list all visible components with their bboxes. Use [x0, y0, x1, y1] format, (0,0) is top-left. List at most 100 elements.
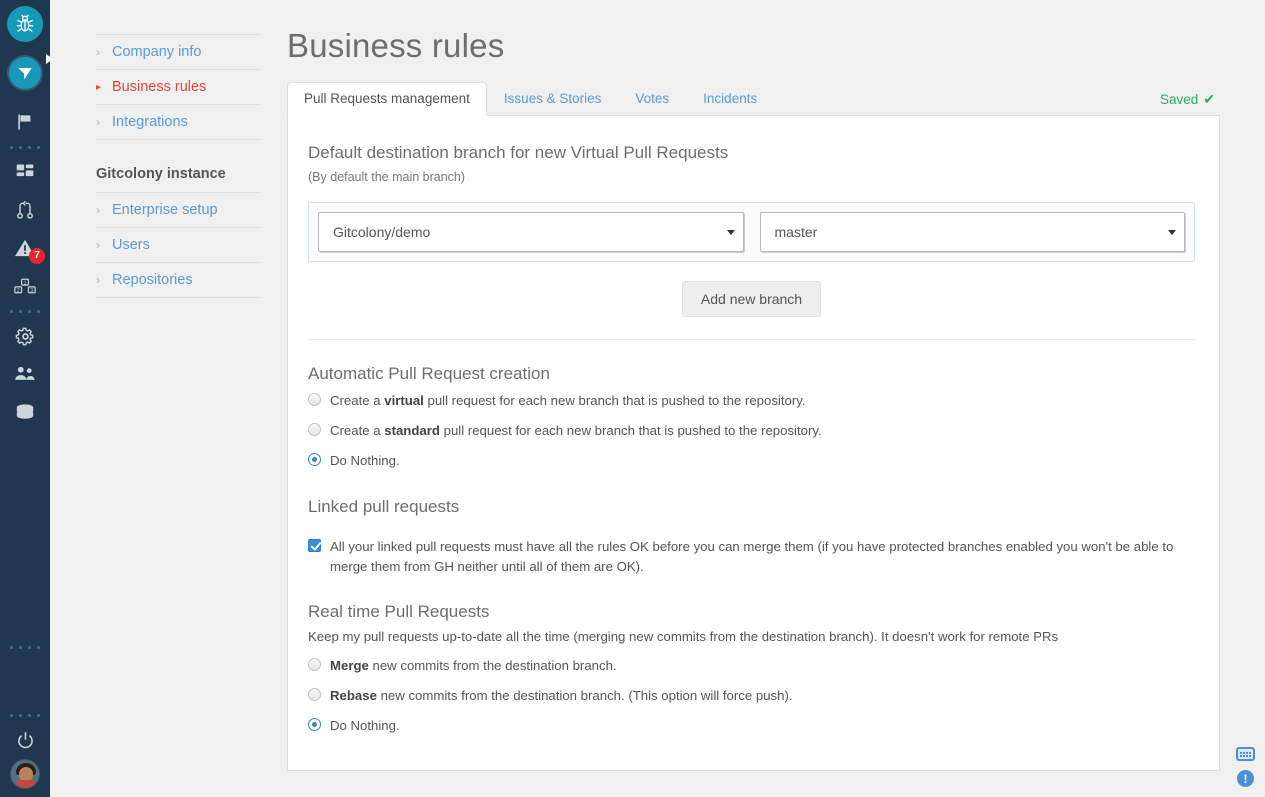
branch-select-value: master: [774, 224, 818, 240]
rail-divider-2: [10, 305, 40, 317]
rail-divider-3: [10, 641, 40, 653]
chevron-right-icon: ›: [96, 273, 100, 287]
section-automatic-pr-creation: Automatic Pull Request creation Create a…: [308, 364, 1195, 471]
chevron-down-icon: [726, 230, 735, 235]
option-label: Create a virtual pull request for each n…: [330, 393, 806, 408]
sidebar-item-label: Users: [112, 237, 150, 253]
settings-card: Default destination branch for new Virtu…: [287, 116, 1220, 772]
option-label: Create a standard pull request for each …: [330, 423, 822, 439]
svg-text:3: 3: [30, 288, 33, 294]
sidebar-item-users[interactable]: › Users: [96, 228, 261, 263]
left-rail: 7 1 2 3: [0, 0, 53, 797]
add-new-branch-button[interactable]: Add new branch: [681, 281, 822, 317]
rail-item-pull-requests[interactable]: [0, 191, 50, 229]
svg-text:2: 2: [17, 288, 20, 294]
rail-item-alerts[interactable]: 7: [0, 229, 50, 267]
section-subtext: (By default the main branch): [308, 170, 466, 184]
paper-plane-icon[interactable]: [7, 54, 53, 91]
power-icon[interactable]: [0, 721, 50, 759]
option-label: Merge new commits from the destination b…: [330, 657, 617, 673]
radio-create-standard-pr[interactable]: [308, 423, 321, 437]
section-divider: [308, 339, 1195, 340]
tab-issues-stories[interactable]: Issues & Stories: [487, 82, 619, 116]
tab-votes[interactable]: Votes: [618, 82, 686, 116]
tab-incidents[interactable]: Incidents: [686, 82, 774, 116]
rail-item-blocks[interactable]: 1 2 3: [0, 267, 50, 305]
rail-item-settings[interactable]: [0, 317, 50, 355]
settings-sidebar: › Company info ▸ Business rules › Integr…: [50, 0, 287, 797]
radio-rebase-commits[interactable]: [308, 687, 321, 701]
rail-item-database[interactable]: [0, 393, 50, 431]
radio-create-virtual-pr[interactable]: [308, 393, 321, 406]
repository-select[interactable]: Gitcolony/demo: [318, 212, 744, 252]
radio-merge-commits[interactable]: [308, 657, 321, 671]
saved-status: Saved ✔: [1160, 91, 1215, 108]
option-label: Rebase new commits from the destination …: [330, 687, 793, 703]
rail-item-users[interactable]: [0, 355, 50, 393]
section-real-time-pull-requests: Real time Pull Requests Keep my pull req…: [308, 602, 1195, 736]
tab-pull-requests-management[interactable]: Pull Requests management: [287, 82, 487, 116]
repository-select-value: Gitcolony/demo: [333, 224, 431, 240]
add-branch-row: Add new branch: [308, 281, 1195, 317]
check-icon: ✔: [1203, 91, 1215, 107]
option-merge-commits[interactable]: Merge new commits from the destination b…: [308, 656, 1195, 676]
bug-icon[interactable]: [7, 6, 43, 42]
option-create-virtual-pr[interactable]: Create a virtual pull request for each n…: [308, 391, 1195, 411]
sidebar-item-label: Integrations: [112, 114, 188, 130]
option-rebase-commits[interactable]: Rebase new commits from the destination …: [308, 686, 1195, 706]
option-label: All your linked pull requests must have …: [330, 539, 1174, 574]
section-linked-pull-requests: Linked pull requests All your linked pul…: [308, 497, 1195, 575]
sidebar-group-company: › Company info ▸ Business rules › Integr…: [96, 34, 261, 140]
option-realtime-do-nothing[interactable]: Do Nothing.: [308, 716, 1195, 736]
corner-widgets: !: [1236, 747, 1255, 787]
radio-auto-do-nothing[interactable]: [308, 453, 321, 467]
section-default-destination-branch: Default destination branch for new Virtu…: [308, 143, 1195, 317]
branch-selectors: Gitcolony/demo master: [308, 202, 1195, 262]
option-label: Do Nothing.: [330, 717, 400, 733]
sidebar-item-enterprise-setup[interactable]: › Enterprise setup: [96, 192, 261, 228]
sidebar-item-company-info[interactable]: › Company info: [96, 34, 261, 70]
option-auto-do-nothing[interactable]: Do Nothing.: [308, 451, 1195, 471]
rail-item-flag[interactable]: [0, 103, 50, 141]
branch-select[interactable]: master: [759, 212, 1185, 252]
info-circle-icon[interactable]: !: [1237, 770, 1254, 787]
section-heading: Real time Pull Requests: [308, 601, 490, 621]
rail-divider-4: [10, 709, 40, 721]
caret-right-icon: ▸: [96, 81, 102, 93]
page-title: Business rules: [287, 27, 505, 64]
sidebar-item-label: Repositories: [112, 272, 193, 288]
keyboard-icon[interactable]: [1236, 747, 1255, 761]
tab-bar: Pull Requests management Issues & Storie…: [287, 82, 1220, 116]
section-heading: Default destination branch for new Virtu…: [308, 143, 729, 162]
alerts-badge: 7: [29, 248, 45, 264]
app-root: 7 1 2 3 › Company info ▸ Business rules …: [0, 0, 1265, 797]
chevron-right-icon: ›: [96, 45, 100, 59]
sidebar-item-label: Business rules: [112, 79, 207, 95]
rail-divider: [10, 141, 40, 153]
sidebar-item-label: Company info: [112, 44, 202, 60]
section-heading: Automatic Pull Request creation: [308, 364, 550, 383]
section-heading: Linked pull requests: [308, 497, 460, 517]
chevron-right-icon: ›: [96, 115, 100, 129]
sidebar-group-instance: › Enterprise setup › Users › Repositorie…: [96, 192, 261, 298]
sidebar-item-label: Enterprise setup: [112, 202, 218, 218]
sidebar-item-integrations[interactable]: › Integrations: [96, 105, 261, 140]
option-label: Do Nothing.: [330, 453, 400, 469]
chevron-down-icon: [1168, 230, 1176, 235]
option-create-standard-pr[interactable]: Create a standard pull request for each …: [308, 421, 1195, 441]
sidebar-item-business-rules[interactable]: ▸ Business rules: [96, 70, 261, 105]
chevron-right-icon: ›: [96, 203, 100, 217]
section-note: Keep my pull requests up-to-date all the…: [308, 628, 1059, 644]
main-content: Business rules Pull Requests management …: [287, 0, 1265, 797]
saved-label: Saved: [1159, 92, 1199, 107]
checkbox-linked-rules-ok[interactable]: [308, 539, 321, 553]
avatar[interactable]: [10, 759, 40, 789]
rail-item-dashboard[interactable]: [0, 153, 50, 191]
option-linked-rules-ok[interactable]: All your linked pull requests must have …: [308, 537, 1195, 575]
caret-right-icon[interactable]: [46, 54, 53, 64]
chevron-right-icon: ›: [96, 238, 100, 252]
radio-realtime-do-nothing[interactable]: [308, 717, 321, 731]
sidebar-item-repositories[interactable]: › Repositories: [96, 263, 261, 298]
sidebar-section-title: Gitcolony instance: [96, 166, 226, 182]
svg-text:1: 1: [24, 280, 27, 286]
